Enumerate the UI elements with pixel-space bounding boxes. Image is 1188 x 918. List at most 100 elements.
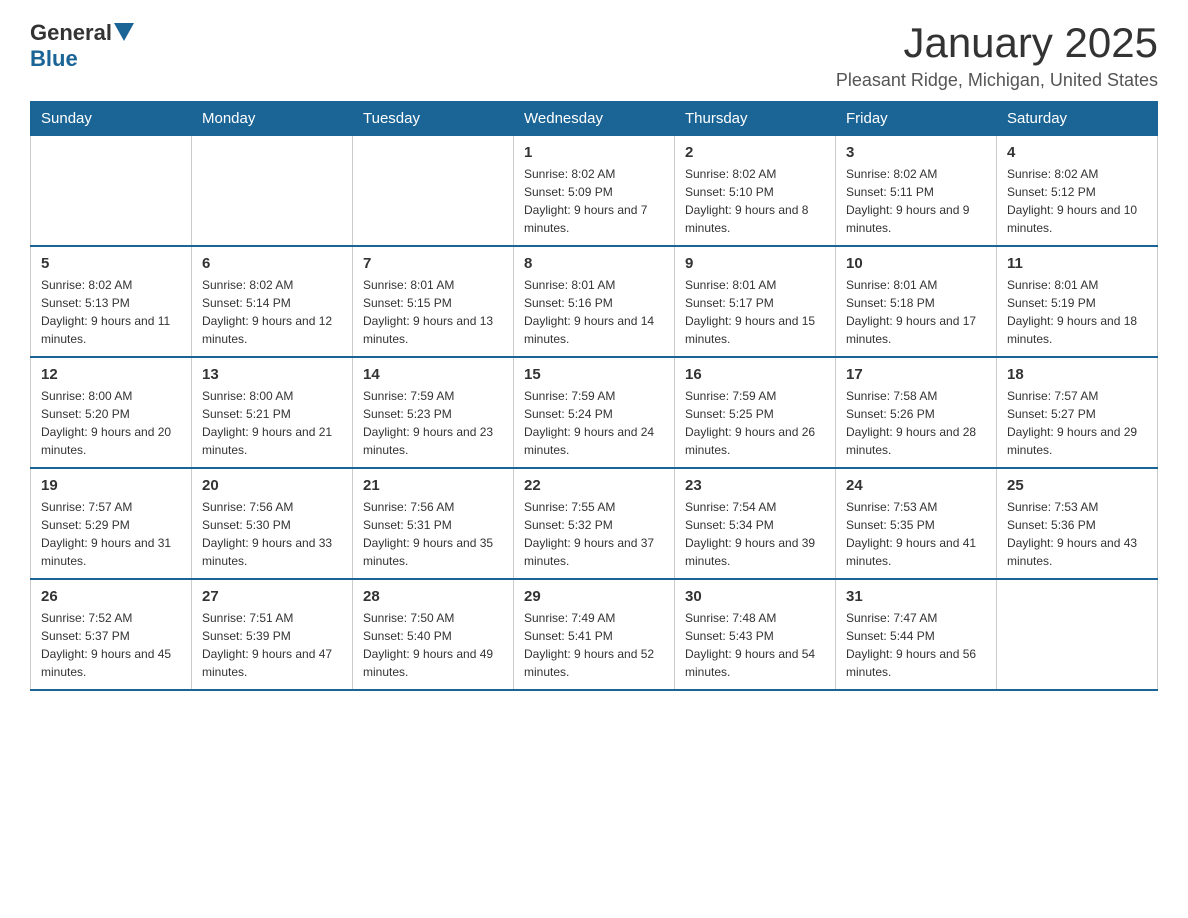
- calendar-day-cell: 25 Sunrise: 7:53 AM Sunset: 5:36 PM Dayli…: [997, 468, 1158, 579]
- calendar-day-cell: 23 Sunrise: 7:54 AM Sunset: 5:34 PM Dayli…: [675, 468, 836, 579]
- day-sun-info: Sunrise: 8:02 AM Sunset: 5:11 PM Dayligh…: [846, 165, 986, 237]
- calendar-day-cell: 11 Sunrise: 8:01 AM Sunset: 5:19 PM Dayli…: [997, 246, 1158, 357]
- location-title: Pleasant Ridge, Michigan, United States: [836, 70, 1158, 91]
- day-number: 23: [685, 477, 825, 494]
- day-sun-info: Sunrise: 7:59 AM Sunset: 5:25 PM Dayligh…: [685, 387, 825, 459]
- day-of-week-header: Tuesday: [353, 102, 514, 136]
- day-sun-info: Sunrise: 7:53 AM Sunset: 5:35 PM Dayligh…: [846, 498, 986, 570]
- day-sun-info: Sunrise: 7:57 AM Sunset: 5:29 PM Dayligh…: [41, 498, 181, 570]
- day-number: 28: [363, 588, 503, 605]
- logo-triangle-icon: [114, 23, 134, 41]
- day-of-week-header: Thursday: [675, 102, 836, 136]
- day-number: 19: [41, 477, 181, 494]
- day-number: 17: [846, 366, 986, 383]
- calendar-day-cell: 31 Sunrise: 7:47 AM Sunset: 5:44 PM Dayli…: [836, 579, 997, 690]
- calendar-day-cell: 17 Sunrise: 7:58 AM Sunset: 5:26 PM Dayli…: [836, 357, 997, 468]
- day-number: 29: [524, 588, 664, 605]
- day-sun-info: Sunrise: 7:54 AM Sunset: 5:34 PM Dayligh…: [685, 498, 825, 570]
- day-sun-info: Sunrise: 8:01 AM Sunset: 5:17 PM Dayligh…: [685, 276, 825, 348]
- calendar-day-cell: 3 Sunrise: 8:02 AM Sunset: 5:11 PM Daylig…: [836, 136, 997, 247]
- day-sun-info: Sunrise: 7:47 AM Sunset: 5:44 PM Dayligh…: [846, 609, 986, 681]
- day-number: 18: [1007, 366, 1147, 383]
- logo: General Blue: [30, 20, 134, 72]
- day-number: 3: [846, 144, 986, 161]
- calendar-day-cell: 18Sunrise: 7:57 AM Sunset: 5:27 PM Dayli…: [997, 357, 1158, 468]
- day-sun-info: Sunrise: 8:02 AM Sunset: 5:10 PM Dayligh…: [685, 165, 825, 237]
- calendar-day-cell: 12 Sunrise: 8:00 AM Sunset: 5:20 PM Dayli…: [31, 357, 192, 468]
- day-of-week-header: Friday: [836, 102, 997, 136]
- calendar-day-cell: 20Sunrise: 7:56 AM Sunset: 5:30 PM Dayli…: [192, 468, 353, 579]
- calendar-day-cell: [997, 579, 1158, 690]
- calendar-week-row: 12 Sunrise: 8:00 AM Sunset: 5:20 PM Dayli…: [31, 357, 1158, 468]
- day-of-week-header: Saturday: [997, 102, 1158, 136]
- logo-blue-text: Blue: [30, 46, 78, 72]
- calendar-day-cell: 1Sunrise: 8:02 AM Sunset: 5:09 PM Daylig…: [514, 136, 675, 247]
- day-sun-info: Sunrise: 8:01 AM Sunset: 5:15 PM Dayligh…: [363, 276, 503, 348]
- calendar-day-cell: [353, 136, 514, 247]
- calendar-day-cell: 15Sunrise: 7:59 AM Sunset: 5:24 PM Dayli…: [514, 357, 675, 468]
- day-sun-info: Sunrise: 8:02 AM Sunset: 5:13 PM Dayligh…: [41, 276, 181, 348]
- day-sun-info: Sunrise: 7:52 AM Sunset: 5:37 PM Dayligh…: [41, 609, 181, 681]
- calendar-day-cell: 28 Sunrise: 7:50 AM Sunset: 5:40 PM Dayli…: [353, 579, 514, 690]
- calendar-week-row: 5Sunrise: 8:02 AM Sunset: 5:13 PM Daylig…: [31, 246, 1158, 357]
- day-sun-info: Sunrise: 8:02 AM Sunset: 5:12 PM Dayligh…: [1007, 165, 1147, 237]
- calendar-day-cell: 6 Sunrise: 8:02 AM Sunset: 5:14 PM Daylig…: [192, 246, 353, 357]
- day-sun-info: Sunrise: 8:01 AM Sunset: 5:18 PM Dayligh…: [846, 276, 986, 348]
- calendar-day-cell: 21Sunrise: 7:56 AM Sunset: 5:31 PM Dayli…: [353, 468, 514, 579]
- day-number: 11: [1007, 255, 1147, 272]
- day-sun-info: Sunrise: 7:50 AM Sunset: 5:40 PM Dayligh…: [363, 609, 503, 681]
- day-sun-info: Sunrise: 7:51 AM Sunset: 5:39 PM Dayligh…: [202, 609, 342, 681]
- day-number: 30: [685, 588, 825, 605]
- calendar-day-cell: 14 Sunrise: 7:59 AM Sunset: 5:23 PM Dayli…: [353, 357, 514, 468]
- day-number: 31: [846, 588, 986, 605]
- calendar-week-row: 19 Sunrise: 7:57 AM Sunset: 5:29 PM Dayli…: [31, 468, 1158, 579]
- calendar-day-cell: 4 Sunrise: 8:02 AM Sunset: 5:12 PM Daylig…: [997, 136, 1158, 247]
- day-of-week-header: Sunday: [31, 102, 192, 136]
- day-sun-info: Sunrise: 8:02 AM Sunset: 5:14 PM Dayligh…: [202, 276, 342, 348]
- day-sun-info: Sunrise: 8:00 AM Sunset: 5:21 PM Dayligh…: [202, 387, 342, 459]
- day-number: 9: [685, 255, 825, 272]
- logo-general-text: General: [30, 20, 112, 46]
- day-number: 8: [524, 255, 664, 272]
- calendar-week-row: 1Sunrise: 8:02 AM Sunset: 5:09 PM Daylig…: [31, 136, 1158, 247]
- day-sun-info: Sunrise: 7:49 AM Sunset: 5:41 PM Dayligh…: [524, 609, 664, 681]
- day-number: 20: [202, 477, 342, 494]
- calendar-day-cell: 22Sunrise: 7:55 AM Sunset: 5:32 PM Dayli…: [514, 468, 675, 579]
- day-number: 25: [1007, 477, 1147, 494]
- calendar-day-cell: 19 Sunrise: 7:57 AM Sunset: 5:29 PM Dayli…: [31, 468, 192, 579]
- calendar-day-cell: [31, 136, 192, 247]
- calendar-day-cell: 9 Sunrise: 8:01 AM Sunset: 5:17 PM Daylig…: [675, 246, 836, 357]
- day-number: 4: [1007, 144, 1147, 161]
- calendar-day-cell: 29 Sunrise: 7:49 AM Sunset: 5:41 PM Dayli…: [514, 579, 675, 690]
- day-number: 26: [41, 588, 181, 605]
- day-sun-info: Sunrise: 7:53 AM Sunset: 5:36 PM Dayligh…: [1007, 498, 1147, 570]
- calendar-table: SundayMondayTuesdayWednesdayThursdayFrid…: [30, 101, 1158, 691]
- day-number: 27: [202, 588, 342, 605]
- day-number: 12: [41, 366, 181, 383]
- day-number: 24: [846, 477, 986, 494]
- day-number: 10: [846, 255, 986, 272]
- day-number: 14: [363, 366, 503, 383]
- calendar-day-cell: 27 Sunrise: 7:51 AM Sunset: 5:39 PM Dayli…: [192, 579, 353, 690]
- calendar-day-cell: 5Sunrise: 8:02 AM Sunset: 5:13 PM Daylig…: [31, 246, 192, 357]
- calendar-day-cell: 8 Sunrise: 8:01 AM Sunset: 5:16 PM Daylig…: [514, 246, 675, 357]
- day-of-week-header: Monday: [192, 102, 353, 136]
- day-sun-info: Sunrise: 7:58 AM Sunset: 5:26 PM Dayligh…: [846, 387, 986, 459]
- day-sun-info: Sunrise: 7:59 AM Sunset: 5:24 PM Dayligh…: [524, 387, 664, 459]
- calendar-day-cell: 26 Sunrise: 7:52 AM Sunset: 5:37 PM Dayli…: [31, 579, 192, 690]
- calendar-header-row: SundayMondayTuesdayWednesdayThursdayFrid…: [31, 102, 1158, 136]
- day-sun-info: Sunrise: 8:01 AM Sunset: 5:19 PM Dayligh…: [1007, 276, 1147, 348]
- calendar-week-row: 26 Sunrise: 7:52 AM Sunset: 5:37 PM Dayli…: [31, 579, 1158, 690]
- calendar-day-cell: 10 Sunrise: 8:01 AM Sunset: 5:18 PM Dayli…: [836, 246, 997, 357]
- day-sun-info: Sunrise: 7:56 AM Sunset: 5:31 PM Dayligh…: [363, 498, 503, 570]
- day-sun-info: Sunrise: 8:00 AM Sunset: 5:20 PM Dayligh…: [41, 387, 181, 459]
- day-sun-info: Sunrise: 7:48 AM Sunset: 5:43 PM Dayligh…: [685, 609, 825, 681]
- calendar-day-cell: 16Sunrise: 7:59 AM Sunset: 5:25 PM Dayli…: [675, 357, 836, 468]
- day-sun-info: Sunrise: 7:59 AM Sunset: 5:23 PM Dayligh…: [363, 387, 503, 459]
- calendar-day-cell: 30 Sunrise: 7:48 AM Sunset: 5:43 PM Dayli…: [675, 579, 836, 690]
- day-sun-info: Sunrise: 8:01 AM Sunset: 5:16 PM Dayligh…: [524, 276, 664, 348]
- day-sun-info: Sunrise: 8:02 AM Sunset: 5:09 PM Dayligh…: [524, 165, 664, 237]
- day-number: 22: [524, 477, 664, 494]
- calendar-day-cell: 7Sunrise: 8:01 AM Sunset: 5:15 PM Daylig…: [353, 246, 514, 357]
- day-number: 6: [202, 255, 342, 272]
